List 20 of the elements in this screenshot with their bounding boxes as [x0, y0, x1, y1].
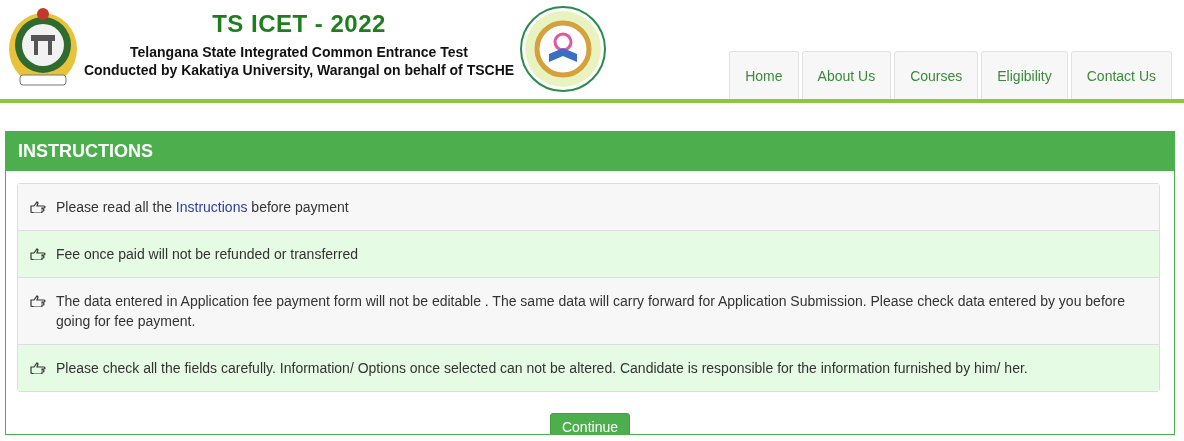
pointing-hand-icon	[30, 362, 46, 374]
continue-button[interactable]: Continue	[549, 413, 630, 434]
nav-tab[interactable]: About Us	[801, 51, 892, 99]
council-emblem-icon	[520, 6, 606, 92]
nav-tab[interactable]: Contact Us	[1070, 51, 1172, 99]
pointing-hand-icon	[30, 248, 46, 260]
site-subtitle: Telangana State Integrated Common Entrance Test	[130, 44, 468, 60]
nav-tab[interactable]: Eligibility	[981, 51, 1068, 99]
instruction-text: Please read all the Instructions before payment	[56, 198, 349, 217]
instruction-text: Fee once paid will not be refunded or transferred	[56, 245, 358, 264]
site-title: TS ICET - 2022	[212, 10, 386, 38]
panel-heading: INSTRUCTIONS	[6, 132, 1174, 171]
instruction-text: Please check all the fields carefully. Information/ Options once selected can not be altered. Candidate is responsible for the information furnished by him/ her.	[56, 359, 1028, 378]
site-byline: Conducted by Kakatiya University, Warangal on behalf of TSCHE	[83, 62, 515, 78]
nav-tab[interactable]: Home	[729, 51, 799, 99]
nav-tab[interactable]: Courses	[894, 51, 979, 99]
pointing-hand-icon	[30, 201, 46, 213]
instruction-text: The data entered in Application fee payment form will not be editable . The same data will carry forward for Application Submission. Please check data entered by you before going for fee payment.	[56, 292, 1126, 331]
instructions-link[interactable]: Instructions	[175, 199, 248, 215]
pointing-hand-icon	[30, 295, 46, 307]
